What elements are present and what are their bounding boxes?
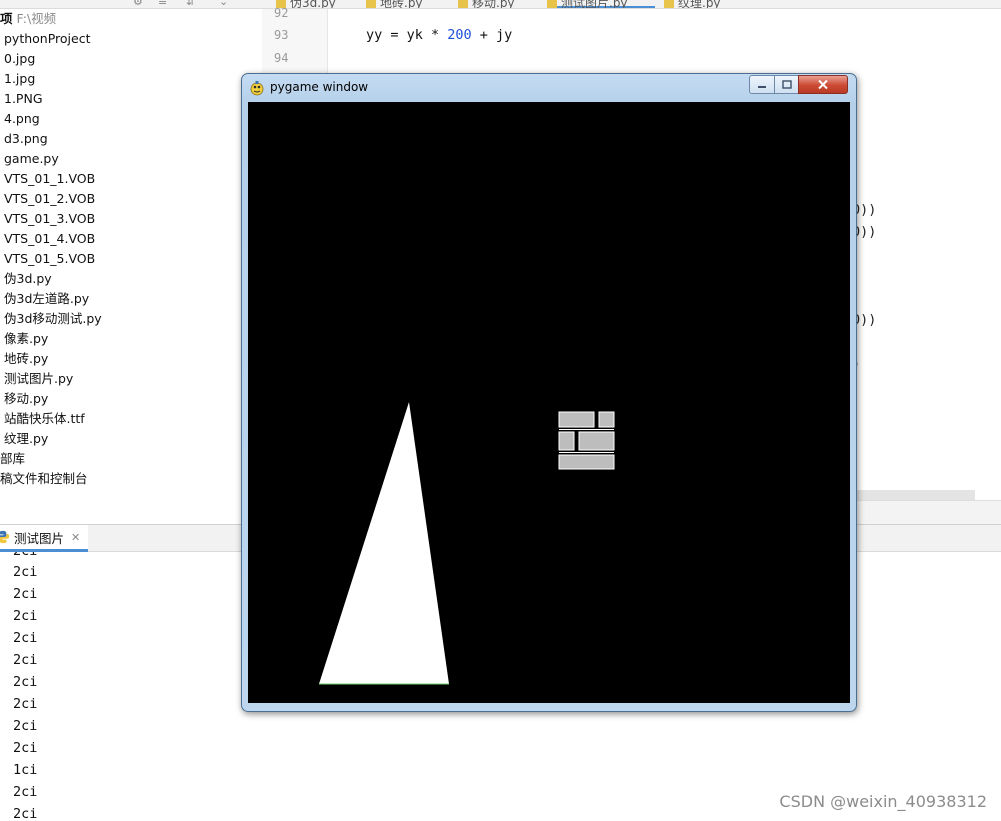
run-tab[interactable]: 测试图片 ✕	[0, 525, 89, 552]
pygame-snake-icon	[250, 81, 264, 96]
tree-item[interactable]: 地砖.py	[4, 350, 48, 368]
console-line: 2ci	[13, 552, 37, 559]
console-line: 2ci	[13, 564, 38, 580]
white-triangle	[319, 402, 449, 684]
line-number: 92	[274, 6, 289, 20]
console-line: 2ci	[13, 586, 38, 602]
tree-item[interactable]: 像素.py	[4, 330, 48, 348]
tree-item[interactable]: 移动.py	[4, 390, 48, 408]
python-file-icon	[458, 0, 468, 8]
console-line: 2ci	[13, 608, 38, 624]
tree-item[interactable]: 1.jpg	[4, 70, 35, 88]
tree-item[interactable]: 4.png	[4, 110, 40, 128]
line-number: 94	[274, 51, 289, 65]
hide-panel-icon[interactable]: ⌄	[219, 0, 228, 8]
minimize-button[interactable]	[749, 75, 775, 94]
tree-item[interactable]: 站酷快乐体.ttf	[4, 410, 85, 428]
line-number: 93	[274, 28, 289, 42]
python-file-icon	[366, 0, 376, 8]
tree-item[interactable]: VTS_01_5.VOB	[4, 250, 95, 268]
tree-item[interactable]: VTS_01_1.VOB	[4, 170, 95, 188]
close-icon[interactable]: ✕	[71, 531, 80, 544]
external-libraries-item[interactable]: 部库	[0, 450, 25, 468]
collapse-all-icon[interactable]: ≡	[158, 0, 167, 8]
console-line: 2ci	[13, 652, 38, 668]
tree-item[interactable]: 0.jpg	[4, 50, 35, 68]
close-button[interactable]	[798, 75, 848, 94]
tree-item[interactable]: VTS_01_3.VOB	[4, 210, 95, 228]
console-line: 2ci	[13, 718, 38, 734]
editor-tab-1[interactable]: 地砖.py	[366, 0, 423, 8]
brick-texture	[558, 411, 615, 470]
editor-tab-active[interactable]: 测试图片.py	[547, 0, 655, 8]
editor-tab-2[interactable]: 移动.py	[458, 0, 515, 8]
tree-item[interactable]: game.py	[4, 150, 59, 168]
console-line: 2ci	[13, 784, 38, 800]
code-line[interactable]: yy = yk * 200 + jy	[366, 27, 512, 43]
tree-item[interactable]: 伪3d左道路.py	[4, 290, 89, 308]
pygame-titlebar[interactable]: pygame window	[242, 74, 856, 102]
console-line: 2ci	[13, 740, 38, 756]
tree-item[interactable]: d3.png	[4, 130, 48, 148]
pygame-canvas[interactable]	[248, 102, 850, 703]
pygame-window-title: pygame window	[270, 80, 369, 94]
editor-tab-4[interactable]: 纹理.py	[664, 0, 721, 8]
console-line: 2ci	[13, 630, 38, 646]
scratches-item[interactable]: 稿文件和控制台	[0, 470, 88, 488]
project-root[interactable]: 项 F:\视频	[0, 10, 56, 28]
scroll-from-source-icon[interactable]: ⇵	[186, 0, 195, 8]
tree-item[interactable]: VTS_01_2.VOB	[4, 190, 95, 208]
csdn-watermark: CSDN @weixin_40938312	[779, 792, 987, 811]
console-line: 2ci	[13, 806, 38, 821]
tree-item[interactable]: 测试图片.py	[4, 370, 73, 388]
project-tree: 项 F:\视频 pythonProject 0.jpg 1.jpg 1.PNG 4…	[0, 9, 262, 519]
minimize-icon	[758, 85, 766, 88]
maximize-button[interactable]	[774, 75, 799, 94]
python-file-icon	[547, 0, 557, 8]
console-line: 2ci	[13, 696, 38, 712]
python-file-icon	[664, 0, 674, 8]
maximize-icon	[781, 80, 792, 89]
pygame-scene	[319, 402, 615, 685]
tree-item[interactable]: 纹理.py	[4, 430, 48, 448]
pygame-window[interactable]: pygame window	[241, 73, 857, 712]
console-line: 1ci	[13, 762, 38, 778]
tree-item[interactable]: pythonProject	[4, 30, 91, 48]
tree-item[interactable]: 1.PNG	[4, 90, 43, 108]
tree-item[interactable]: 伪3d移动测试.py	[4, 310, 102, 328]
console-line: 2ci	[13, 674, 38, 690]
python-icon	[0, 530, 10, 544]
editor-tab-bar: ⚙ ≡ ⇵ ⌄ 伪3d.py 地砖.py 移动.py 测试图片.py 纹理.py	[0, 0, 1001, 9]
tree-item[interactable]: VTS_01_4.VOB	[4, 230, 95, 248]
tree-item[interactable]: 伪3d.py	[4, 270, 52, 288]
settings-gear-icon[interactable]: ⚙	[133, 0, 143, 8]
close-icon	[818, 79, 828, 90]
